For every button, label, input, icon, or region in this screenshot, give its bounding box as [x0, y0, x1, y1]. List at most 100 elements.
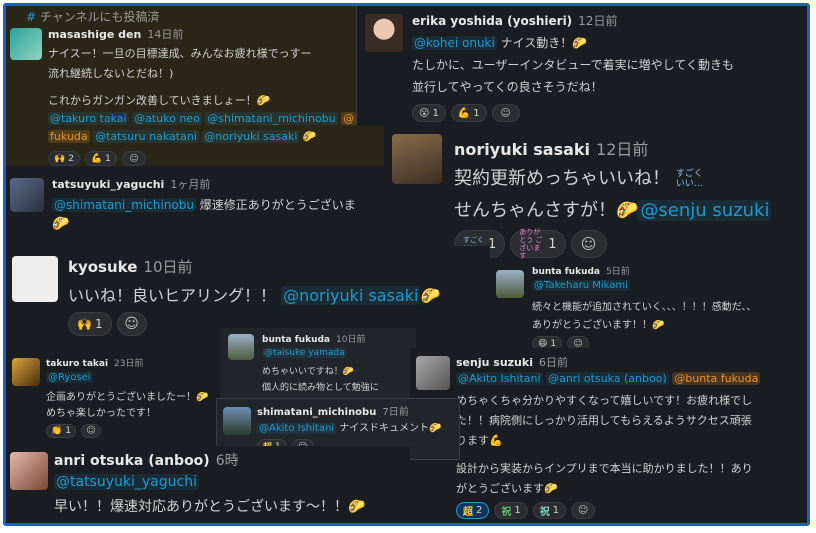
reaction[interactable]: 🙌 2 [48, 151, 80, 166]
author-name[interactable]: takuro takai 23日前 [46, 356, 144, 369]
surprised-face-icon: 😮 [419, 107, 430, 119]
author-name[interactable]: tatsuyuki_yaguchi 1ヶ月前 [52, 176, 210, 192]
author-name[interactable]: erika yoshida (yoshieri) 12日前 [412, 12, 617, 29]
avatar[interactable] [496, 270, 524, 298]
reaction-bar: 😮 1 💪 1 ☺ [412, 104, 520, 122]
mention[interactable]: @tatsuru nakatani [93, 130, 199, 143]
flexed-biceps-icon: 💪 [90, 153, 103, 164]
message-line: せんちゃんさすが！🌮 @senju suzuki [454, 200, 772, 221]
avatar[interactable] [392, 134, 442, 184]
mention[interactable]: @Ryosei [46, 372, 93, 383]
mention[interactable]: @shimatani_michinobu [52, 198, 196, 212]
taco-icon: 🌮 [616, 200, 639, 221]
mention[interactable]: @taisuke yamada [262, 348, 347, 358]
reaction-bar: 🙌 2 💪 1 ☺ [48, 151, 146, 166]
reaction[interactable]: 祝1 [494, 502, 528, 519]
message-masashige: # チャンネルにも投稿済 masashige den 14日前 ナイスー！一旦の目… [6, 6, 386, 166]
mention[interactable]: @senju suzuki [638, 200, 772, 221]
message-line: @Akito Ishitani ナイスドキュメント🌮 [257, 423, 442, 434]
taco-icon: 🌮 [572, 36, 588, 50]
message-bunta-2: bunta fukuda 10日前 @taisuke yamada めちゃいいです… [220, 328, 416, 400]
raised-hands-icon: 🙌 [54, 153, 66, 164]
mention[interactable]: @bunta fukuda [672, 372, 761, 385]
taco-icon: 🌮 [420, 286, 441, 305]
reaction[interactable]: 🙌 1 [68, 312, 112, 336]
message-erika: erika yoshida (yoshieri) 12日前 @kohei onuk… [356, 6, 807, 126]
avatar[interactable] [223, 407, 251, 435]
taco-icon: 🌮 [196, 392, 209, 403]
mention-line: @takuro takai @atuko neo @shimatani_mich… [48, 112, 357, 125]
mention[interactable]: @takuro takai [48, 112, 129, 125]
taco-icon: 🌮 [302, 130, 317, 143]
mention-line: @Akito Ishitani @anri otsuka (anboo) @bu… [456, 372, 761, 385]
avatar[interactable] [365, 14, 403, 52]
add-reaction-button[interactable]: ☺ [121, 151, 146, 166]
avatar[interactable] [10, 28, 42, 60]
author-name[interactable]: shimatani_michinobu 7日前 [257, 403, 409, 418]
mention[interactable]: @anri otsuka (anboo) [546, 372, 669, 385]
author-name[interactable]: masashige den 14日前 [48, 26, 183, 42]
mention[interactable]: @Takeharu Mikami [532, 280, 630, 291]
mention[interactable]: @noriyuki sasaki [281, 286, 421, 305]
message-line: 企画ありがとうございましたー！🌮 [46, 392, 209, 403]
message-line: ありがとうございます！！🌮 [532, 320, 665, 331]
taco-icon: 🌮 [544, 482, 558, 495]
message-line: た！！病院側にしっかり活用してもらえるようサクセス頑張 [456, 414, 752, 427]
author-name[interactable]: bunta fukuda 10日前 [262, 332, 365, 345]
add-reaction-button[interactable]: ☺ [491, 104, 520, 122]
add-reaction-button[interactable]: ☺ [570, 230, 607, 258]
message-kyosuke: kyosuke 10日前 いいね！良いヒアリング！！ @noriyuki sasa… [6, 246, 490, 338]
arigatou-icon: ありがとう ございます [519, 228, 543, 260]
mention[interactable]: @tatsuyuki_yaguchi [54, 474, 199, 490]
message-takuro: takuro takai 23日前 @Ryosei 企画ありがとうございましたー！… [6, 348, 220, 448]
taco-icon: 🌮 [256, 94, 271, 107]
author-name[interactable]: anri otsuka (anboo) 6時 [54, 450, 239, 470]
sugoku-ii-sticker: すごく いい… [675, 169, 703, 189]
mention[interactable]: @kohei onuki [412, 36, 497, 50]
message-line: がとうございます🌮 [456, 482, 558, 495]
message-line: たしかに、ユーザーインタビューで着実に増やしてく動きも [412, 58, 734, 72]
message-line: これからガンガン改善していきましょー！🌮 [48, 94, 271, 107]
add-reaction-button[interactable]: ☺ [571, 502, 596, 519]
reaction[interactable]: 祝1 [532, 502, 567, 519]
mention[interactable]: @shimatani_michinobu [205, 112, 338, 125]
author-name[interactable]: bunta fukuda 5日前 [532, 264, 630, 277]
reaction[interactable]: 超2 [456, 502, 490, 519]
reaction-bar: 超2 祝1 祝1 ☺ [456, 502, 596, 519]
author-name[interactable]: noriyuki sasaki 12日前 [454, 136, 648, 160]
avatar[interactable] [416, 356, 450, 390]
message-line: ります💪 [456, 434, 503, 447]
mention[interactable]: @atuko neo [132, 112, 202, 125]
add-reaction-button[interactable]: ☺ [116, 312, 147, 336]
author-name[interactable]: kyosuke 10日前 [68, 256, 193, 277]
taco-icon: 🌮 [348, 499, 366, 515]
add-reaction-button[interactable]: ☺ [80, 424, 101, 438]
reaction[interactable]: 👏 1 [46, 424, 76, 438]
mention[interactable]: @noriyuki sasaki [202, 130, 300, 143]
mention[interactable]: @Akito Ishitani [456, 372, 543, 385]
avatar[interactable] [228, 334, 254, 360]
message-line: めちゃくちゃ分かりやすくなって嬉しいです！お疲れ様でし [456, 394, 753, 407]
reaction[interactable]: 💪 1 [84, 151, 117, 166]
iwai-icon: 祝 [539, 507, 550, 518]
mention[interactable]: @ [341, 112, 357, 125]
avatar[interactable] [10, 452, 48, 490]
avatar[interactable] [10, 178, 44, 212]
message-line: 並行してやってくの良さそうだね！ [412, 80, 603, 94]
message-anri: anri otsuka (anboo) 6時 @tatsuyuki_yaguchi… [6, 446, 410, 523]
message-line: 契約更新めっちゃいいね！ すごく いい… [454, 164, 710, 190]
message-line: @shimatani_michinobu 爆速修正ありがとうございま [52, 198, 356, 212]
taco-icon: 🌮 [652, 320, 665, 331]
reaction[interactable]: 💪 1 [450, 104, 487, 122]
flexed-biceps-icon: 💪 [457, 107, 471, 119]
author-name[interactable]: senju suzuki 6日前 [456, 354, 568, 370]
avatar[interactable] [12, 358, 40, 386]
mention[interactable]: @Akito Ishitani [257, 423, 337, 434]
clap-icon: 👏 [51, 426, 63, 436]
mention[interactable]: fukuda [48, 130, 90, 143]
reaction[interactable]: 😮 1 [412, 104, 446, 122]
avatar[interactable] [12, 256, 58, 302]
reaction-bar: 👏 1 ☺ [46, 424, 101, 438]
message-line: 設計から実装からインプリまで本当に助かりました！！あり [456, 462, 753, 475]
reaction[interactable]: ありがとう ございます 1 [510, 228, 566, 260]
